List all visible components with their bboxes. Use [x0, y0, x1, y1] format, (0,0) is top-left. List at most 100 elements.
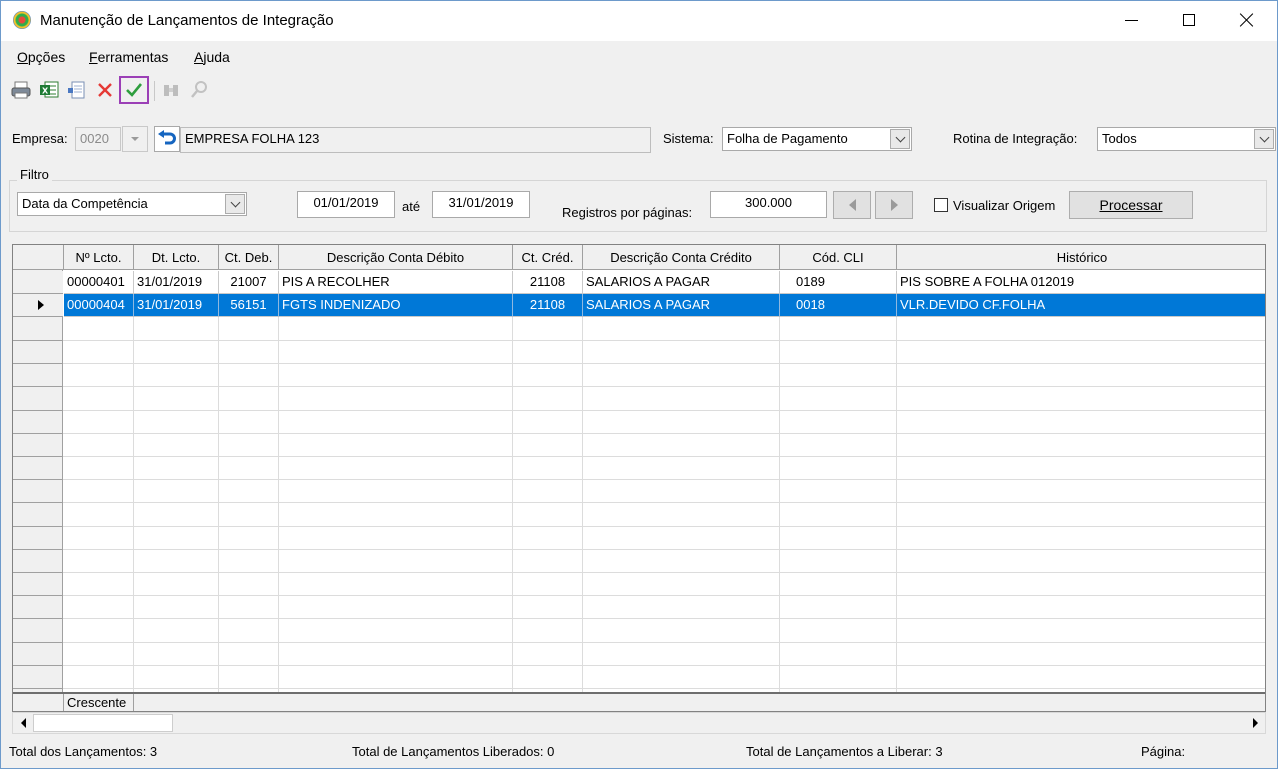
visualizar-origem-label: Visualizar Origem	[953, 198, 1056, 213]
col-header-ctdeb[interactable]: Ct. Deb.	[219, 245, 279, 270]
rotina-select[interactable]: Todos	[1097, 127, 1276, 151]
menu-opcoes-accel: O	[17, 49, 28, 65]
scrollbar-thumb[interactable]	[33, 714, 173, 732]
main-window: Manutenção de Lançamentos de Integração …	[0, 0, 1278, 769]
print-button[interactable]	[9, 77, 33, 103]
delete-button[interactable]	[93, 77, 117, 103]
ate-label: até	[402, 199, 421, 214]
arrow-right-icon	[890, 199, 898, 211]
empresa-dropdown-button[interactable]	[122, 126, 148, 152]
registros-input[interactable]: 300.000	[710, 191, 827, 218]
indicator-rule-line	[13, 642, 63, 643]
cell-desccred: SALARIOS A PAGAR	[583, 294, 780, 317]
horizontal-scrollbar[interactable]	[12, 712, 1266, 734]
cell-ctdeb: 21007	[219, 271, 279, 294]
cell-dtlcto: 31/01/2019	[134, 271, 219, 294]
status-a-liberar: Total de Lançamentos a Liberar: 3	[746, 744, 943, 759]
cell-desccred: SALARIOS A PAGAR	[583, 271, 780, 294]
empresa-code-field[interactable]: 0020	[75, 127, 121, 151]
col-header-codcli[interactable]: Cód. CLI	[780, 245, 897, 270]
chevron-down-icon	[230, 197, 240, 207]
empresa-refresh-button[interactable]	[154, 126, 180, 152]
cell-descdeb: PIS A RECOLHER	[279, 271, 513, 294]
col-header-historico[interactable]: Histórico	[897, 245, 1265, 270]
current-row-arrow-icon	[38, 300, 44, 310]
maximize-button[interactable]	[1160, 1, 1218, 39]
visualizar-origem-checkbox[interactable]	[934, 198, 948, 212]
empresa-label: Empresa:	[12, 131, 68, 146]
scroll-right-button[interactable]	[1245, 713, 1265, 733]
date-from-input[interactable]: 01/01/2019	[297, 191, 395, 218]
col-header-descdeb[interactable]: Descrição Conta Débito	[279, 245, 513, 270]
status-liberados: Total de Lançamentos Liberados: 0	[352, 744, 555, 759]
row-indicator[interactable]	[13, 271, 63, 294]
grid-rule-line	[63, 502, 1265, 503]
grid-column-line	[133, 317, 134, 692]
table-row[interactable]: 00000401 31/01/2019 21007 PIS A RECOLHER…	[13, 271, 1265, 294]
sistema-select[interactable]: Folha de Pagamento	[722, 127, 912, 151]
grid-rule-line	[63, 386, 1265, 387]
undo-arrow-icon	[158, 130, 176, 145]
sistema-dropdown-button[interactable]	[890, 129, 910, 149]
cell-historico: VLR.DEVIDO CF.FOLHA	[897, 294, 1265, 317]
launches-grid[interactable]: Nº Lcto. Dt. Lcto. Ct. Deb. Descrição Co…	[12, 244, 1266, 712]
cell-historico: PIS SOBRE A FOLHA 012019	[897, 271, 1265, 294]
arrow-right-icon	[1252, 718, 1258, 728]
table-row-selected[interactable]: 00000404 31/01/2019 56151 FGTS INDENIZAD…	[13, 294, 1265, 317]
col-header-dtlcto[interactable]: Dt. Lcto.	[134, 245, 219, 270]
minimize-button[interactable]	[1102, 1, 1160, 39]
grid-rule-line	[63, 526, 1265, 527]
date-type-select[interactable]: Data da Competência	[17, 192, 247, 216]
rotina-label: Rotina de Integração:	[953, 131, 1078, 146]
search-button[interactable]	[187, 77, 211, 103]
printer-icon	[11, 81, 31, 99]
confirm-icon	[126, 83, 143, 97]
menu-ajuda[interactable]: Ajuda	[194, 49, 230, 65]
grid-rule-line	[63, 688, 1265, 689]
binoculars-icon	[164, 85, 178, 96]
header-indicator	[13, 245, 64, 270]
grid-column-line	[582, 317, 583, 692]
row-indicator[interactable]	[13, 294, 63, 317]
col-header-ctcred[interactable]: Ct. Créd.	[513, 245, 583, 270]
delete-icon	[98, 83, 112, 97]
menu-ferramentas-label: erramentas	[97, 49, 169, 65]
close-button[interactable]	[1218, 1, 1276, 39]
indicator-rule-line	[13, 363, 63, 364]
grid-column-line	[218, 317, 219, 692]
cell-ctdeb: 56151	[219, 294, 279, 317]
sort-order-label[interactable]: Crescente	[64, 694, 134, 711]
document-button[interactable]	[65, 77, 89, 103]
menu-ferramentas[interactable]: Ferramentas	[89, 49, 168, 65]
chevron-down-icon	[895, 132, 905, 142]
rotina-dropdown-button[interactable]	[1254, 129, 1274, 149]
date-type-value: Data da Competência	[22, 196, 148, 211]
toolbar: X	[9, 76, 229, 105]
grid-rule-line	[63, 410, 1265, 411]
indicator-rule-line	[13, 456, 63, 457]
export-excel-button[interactable]: X	[37, 77, 61, 103]
indicator-rule-line	[13, 665, 63, 666]
previous-page-button[interactable]	[833, 191, 871, 219]
date-type-dropdown-button[interactable]	[225, 194, 245, 214]
cell-ctcred: 21108	[513, 271, 583, 294]
confirm-button[interactable]	[119, 76, 149, 104]
svg-text:X: X	[42, 87, 49, 96]
chevron-down-icon	[1259, 132, 1269, 142]
cell-nlcto: 00000404	[64, 294, 134, 317]
find-button[interactable]	[159, 77, 183, 103]
col-header-desccred[interactable]: Descrição Conta Crédito	[583, 245, 780, 270]
scroll-left-button[interactable]	[13, 713, 33, 733]
arrow-left-icon	[848, 199, 856, 211]
indicator-rule-line	[13, 410, 63, 411]
indicator-rule-line	[13, 479, 63, 480]
window-title: Manutenção de Lançamentos de Integração	[40, 12, 334, 29]
grid-footer: Crescente	[13, 692, 1265, 711]
grid-column-line	[512, 317, 513, 692]
next-page-button[interactable]	[875, 191, 913, 219]
processar-button[interactable]: Processar	[1069, 191, 1193, 219]
date-to-input[interactable]: 31/01/2019	[432, 191, 530, 218]
col-header-nlcto[interactable]: Nº Lcto.	[64, 245, 134, 270]
status-pagina: Página:	[1141, 744, 1186, 759]
menu-opcoes[interactable]: Opções	[17, 49, 65, 65]
